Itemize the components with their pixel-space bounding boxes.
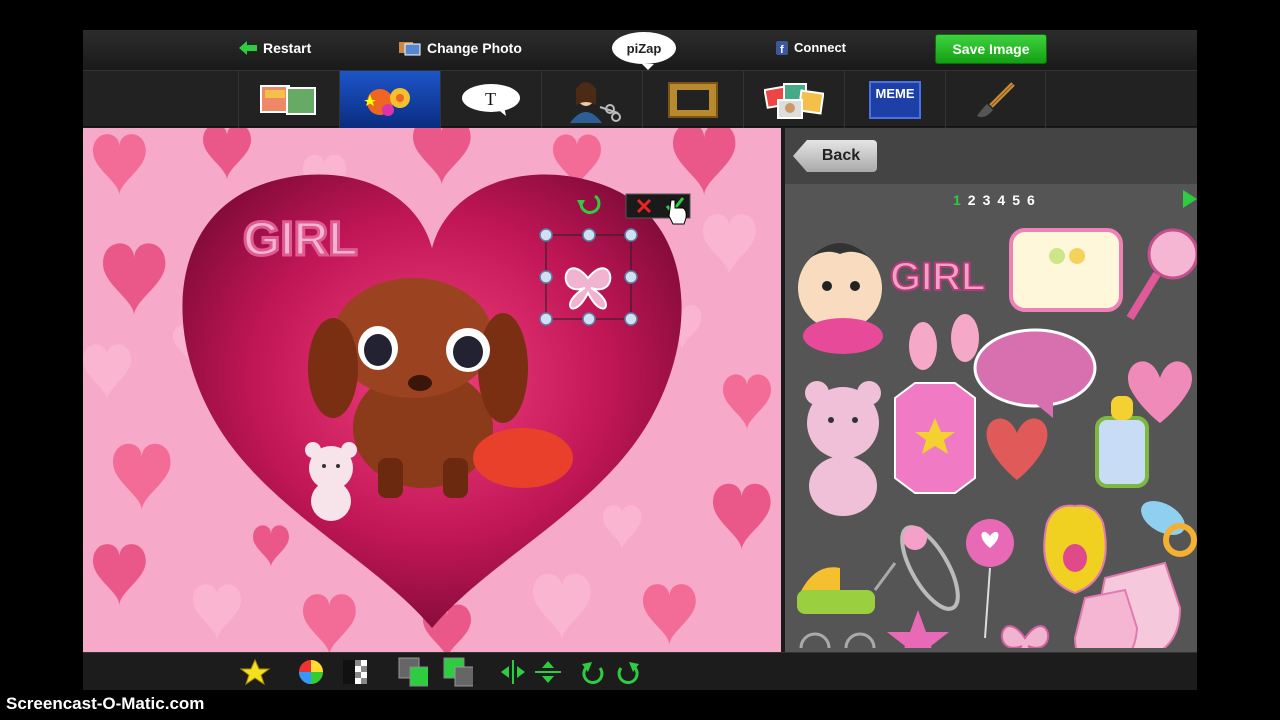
flip-horizontal-button[interactable] <box>498 659 528 685</box>
sticker-girl-text[interactable]: GIRL <box>889 254 987 300</box>
bring-forward-icon <box>443 657 473 687</box>
speech-bubble-icon: T <box>462 83 520 116</box>
top-bar: Restart Change Photo piZap f Connect Sav… <box>83 30 1197 70</box>
rotate-left-icon <box>582 662 604 684</box>
pizap-logo[interactable]: piZap <box>612 32 676 70</box>
bottom-toolbar <box>83 652 1197 690</box>
facebook-icon: f <box>776 40 788 55</box>
send-backward-button[interactable] <box>398 657 428 687</box>
sticker-butterfly[interactable] <box>1000 625 1050 648</box>
photos-tool-icon <box>260 84 316 115</box>
bring-forward-button[interactable] <box>443 657 473 687</box>
sticker-baby[interactable] <box>798 243 883 354</box>
rotate-left-button[interactable] <box>578 659 608 685</box>
sticker-baby-bottle[interactable] <box>1095 396 1149 488</box>
back-label: Back <box>821 147 861 164</box>
sticker-red-heart[interactable] <box>986 418 1048 480</box>
frame-icon <box>668 81 718 118</box>
text-tool-label: T <box>485 89 496 109</box>
canvas-artwork: GIRL <box>83 128 771 652</box>
page-4[interactable]: 4 <box>997 192 1005 208</box>
photos-icon <box>399 42 421 56</box>
facebook-connect-button[interactable]: f Connect <box>776 40 846 55</box>
sticker-panel: Back 1 2 3 4 5 6 GIRL <box>785 128 1197 652</box>
star-icon <box>240 659 270 685</box>
sticker-teddy-bear[interactable] <box>805 381 881 516</box>
opacity-button[interactable] <box>340 659 370 685</box>
page-selector: 1 2 3 4 5 6 <box>953 192 1035 208</box>
change-photo-button[interactable]: Change Photo <box>399 40 522 56</box>
sticker-label-frame[interactable] <box>1009 228 1123 312</box>
rotate-right-button[interactable] <box>613 659 643 685</box>
tool-frames[interactable] <box>642 71 743 128</box>
girl-text-sticker[interactable]: GIRL <box>242 212 360 268</box>
logo-text: piZap <box>626 40 662 56</box>
svg-text:f: f <box>780 44 784 55</box>
paint-brush-icon <box>976 81 1015 117</box>
opacity-icon <box>343 660 367 684</box>
favorite-star-button[interactable] <box>240 659 270 685</box>
sticker-star[interactable] <box>887 610 949 648</box>
page-5[interactable]: 5 <box>1012 192 1020 208</box>
screencast-watermark: Screencast-O-Matic.com <box>6 694 205 713</box>
save-image-button[interactable]: Save Image <box>935 34 1047 64</box>
send-backward-icon <box>398 657 428 687</box>
sticker-onesie[interactable] <box>894 382 976 494</box>
page-1[interactable]: 1 <box>953 192 961 208</box>
next-page-arrow-icon[interactable] <box>1183 190 1197 208</box>
sticker-rattle[interactable] <box>1126 228 1197 321</box>
sticker-bib[interactable] <box>1043 504 1107 595</box>
sticker-balloon[interactable] <box>966 519 1014 639</box>
restart-button[interactable]: Restart <box>239 40 311 56</box>
cutout-person-scissors-icon <box>570 81 621 123</box>
change-photo-label: Change Photo <box>427 40 522 56</box>
tool-bar: T MEME <box>83 70 1197 128</box>
pizap-editor: Restart Change Photo piZap f Connect Sav… <box>83 30 1197 690</box>
stickers-tool-icon <box>364 87 410 116</box>
sticker-grid: GIRL <box>797 228 1197 648</box>
sticker-pink-heart[interactable] <box>1127 361 1193 423</box>
photo-canvas[interactable]: GIRL <box>83 128 781 652</box>
flip-vertical-button[interactable] <box>533 659 563 685</box>
collage-icon <box>764 82 824 119</box>
page-3[interactable]: 3 <box>983 192 991 208</box>
tool-collage[interactable] <box>743 71 844 128</box>
restart-label: Restart <box>263 40 312 56</box>
page-2[interactable]: 2 <box>968 192 976 208</box>
connect-label: Connect <box>794 40 846 55</box>
back-arrow-icon <box>239 41 257 55</box>
tool-paint[interactable] <box>945 71 1046 128</box>
back-button[interactable]: Back <box>793 140 877 172</box>
tool-stickers[interactable] <box>339 71 440 128</box>
page-6[interactable]: 6 <box>1027 192 1035 208</box>
sticker-pacifier[interactable] <box>1135 494 1197 557</box>
flip-vertical-icon <box>535 661 561 683</box>
meme-label: MEME <box>869 80 921 119</box>
rotate-right-icon <box>617 662 639 684</box>
color-wheel-icon <box>299 660 323 684</box>
save-label: Save Image <box>952 41 1030 57</box>
tool-meme[interactable]: MEME <box>844 71 945 128</box>
tool-text[interactable]: T <box>440 71 541 128</box>
sticker-speech-bubble[interactable] <box>973 328 1097 418</box>
flip-horizontal-icon <box>501 660 525 684</box>
tool-photos[interactable] <box>238 71 339 128</box>
color-button[interactable] <box>296 659 326 685</box>
sticker-baby-feet[interactable] <box>909 314 979 370</box>
sticker-safety-pin[interactable] <box>891 519 968 617</box>
tool-cutout[interactable] <box>541 71 642 128</box>
sticker-stroller[interactable] <box>797 562 897 648</box>
